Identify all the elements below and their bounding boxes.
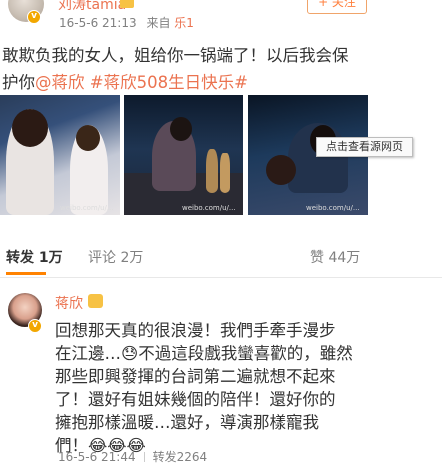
vip-badge-icon: v (28, 319, 42, 333)
like-count: 44万 (328, 250, 361, 266)
action-bar: 转发 1万 评论 2万 赞 44万 (0, 238, 442, 278)
comment-time: 16-5-6 21:44 (58, 450, 136, 464)
post-text-prefix: 护你 (2, 73, 35, 92)
comment-author[interactable]: 蒋欣 (55, 293, 83, 313)
post-time[interactable]: 16-5-6 21:13 (59, 16, 137, 30)
comment-line: 擁抱那樣溫暖…還好，導演那樣寵我 (55, 413, 319, 432)
comment-line: 那些即興發揮的台詞第二遍就想不起來 (55, 367, 336, 386)
post-text-line1: 敢欺负我的女人，姐给你一锅端了！以后我会保 (2, 46, 349, 65)
post-image-2[interactable]: weibo.com/u/... (124, 95, 243, 215)
image-watermark: weibo.com/u/... (60, 204, 114, 212)
comment-text: 回想那天真的很浪漫！我們手牽手漫步 在江邊…😓不過這段戲我蠻喜歡的，雖然 那些即… (55, 319, 370, 457)
author-name[interactable]: 刘涛tamia (58, 0, 126, 14)
thumb-icon: 赞 (310, 250, 324, 266)
comment-line: 回想那天真的很浪漫！我們手牽手漫步 (55, 321, 336, 340)
follow-button[interactable]: + 关注 (307, 0, 367, 14)
comment-label: 评论 (88, 250, 116, 266)
level-icon (120, 0, 134, 8)
image-watermark: weibo.com/u/... (182, 204, 236, 212)
mention-link[interactable]: @蒋欣 (35, 73, 85, 92)
like-button[interactable]: 赞 44万 (310, 247, 360, 267)
vip-badge-icon: v (27, 10, 41, 24)
comment-meta: 16-5-6 21:44 转发2264 (58, 448, 207, 465)
comment-repost-button[interactable]: 转发2264 (153, 450, 208, 464)
repost-count: 1万 (38, 250, 63, 266)
tab-repost[interactable]: 转发 1万 (6, 247, 63, 267)
hashtag-link[interactable]: #蒋欣508生日快乐# (90, 73, 248, 92)
tab-comment[interactable]: 评论 2万 (88, 247, 143, 267)
crown-icon (88, 294, 103, 308)
post-meta: 16-5-6 21:13 来自 乐1 (59, 14, 194, 31)
repost-label: 转发 (6, 250, 34, 266)
post-header: v 刘涛tamia 16-5-6 21:13 来自 乐1 + 关注 (0, 0, 442, 36)
post-image-1[interactable]: weibo.com/u/... (0, 95, 120, 215)
tooltip-view-source[interactable]: 点击查看源网页 (316, 137, 413, 157)
comment-line: 了！還好有姐妹幾個的陪伴！還好你的 (55, 390, 336, 409)
source-prefix: 来自 (146, 16, 171, 30)
post-source[interactable]: 乐1 (174, 16, 194, 30)
comment-line: 在江邊…😓不過這段戲我蠻喜歡的，雖然 (55, 344, 353, 363)
active-tab-underline (6, 272, 46, 275)
post-text: 敢欺负我的女人，姐给你一锅端了！以后我会保 护你@蒋欣 #蒋欣508生日快乐# (0, 42, 442, 96)
comment-count: 2万 (120, 250, 144, 266)
image-watermark: weibo.com/u/... (306, 204, 360, 212)
divider (143, 452, 145, 462)
